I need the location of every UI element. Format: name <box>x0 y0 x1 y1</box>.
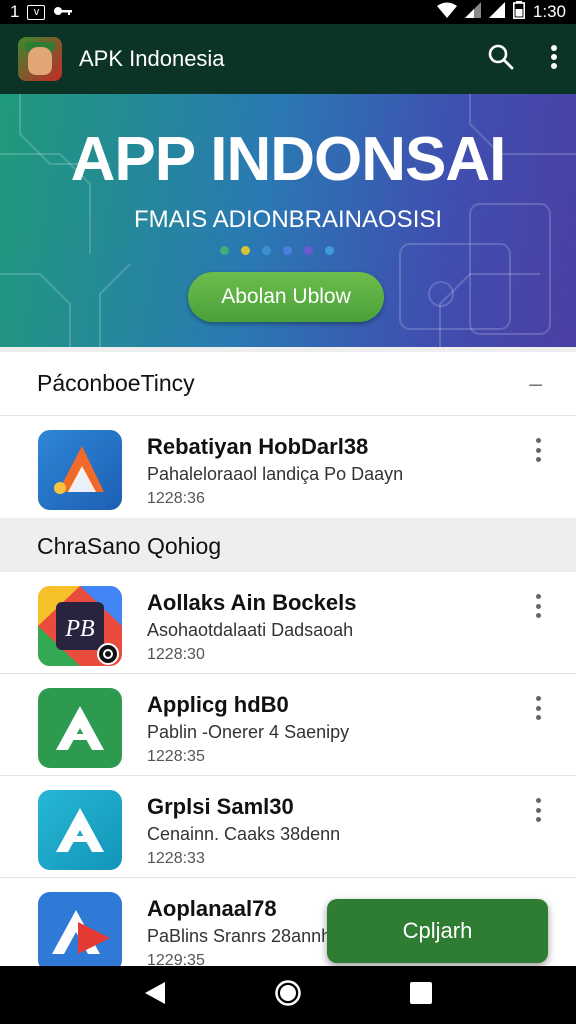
section-header-1[interactable]: PáconboeTincy – <box>0 352 576 416</box>
app-icon-aollaks: PB <box>38 586 122 666</box>
app-description: Pablin -Onerer 4 Saenipy <box>147 722 350 742</box>
app-description: Pahaleloraaol landiça Po Daayn <box>147 464 404 484</box>
back-icon[interactable] <box>143 980 167 1011</box>
svg-text:PB: PB <box>64 616 95 642</box>
collapse-icon[interactable]: – <box>529 370 542 397</box>
hero-download-button[interactable]: Abolan Ublow <box>188 272 384 322</box>
carousel-dot[interactable] <box>325 246 334 255</box>
search-icon[interactable] <box>488 44 514 75</box>
carousel-dot[interactable] <box>220 246 229 255</box>
section-header-2: ChraSano Qohiog <box>0 520 576 572</box>
more-vert-icon[interactable] <box>550 44 558 75</box>
app-size: 1228:35 <box>147 748 205 765</box>
app-logo <box>18 37 62 81</box>
app-icon-grplsi <box>38 790 122 870</box>
app-list-item[interactable]: PB Aollaks Ain Bockels Asohaotdalaati Da… <box>0 572 576 674</box>
section-title: PáconboeTincy <box>37 370 195 396</box>
app-list-item[interactable]: Rebatiyan HobDarl38 Pahaleloraaol landiç… <box>0 416 576 518</box>
more-options-icon[interactable] <box>534 594 542 618</box>
app-name: Aollaks Ain Bockels <box>147 590 357 615</box>
navigation-bar <box>0 966 576 1024</box>
app-icon-applicg <box>38 688 122 768</box>
more-options-icon[interactable] <box>534 798 542 822</box>
app-description: Cenainn. Caaks 38denn <box>147 824 341 844</box>
home-icon[interactable] <box>274 979 302 1012</box>
app-list-1: Rebatiyan HobDarl38 Pahaleloraaol landiç… <box>0 416 576 518</box>
carousel-dot[interactable] <box>304 246 313 255</box>
app-name: Aoplanaal78 <box>147 896 277 921</box>
key-icon <box>53 2 73 22</box>
app-icon-rebatiyan <box>38 430 122 510</box>
carousel-dot[interactable] <box>241 246 250 255</box>
carousel-dot[interactable] <box>283 246 292 255</box>
signal-icon <box>464 1 481 23</box>
notification-count: 1 <box>10 2 20 21</box>
status-bar: 1 v 1:30 <box>0 0 576 24</box>
clock: 1:30 <box>532 2 566 21</box>
app-size: 1228:30 <box>147 646 205 663</box>
app-size: 1228:33 <box>147 850 205 867</box>
section-title: ChraSano Qohiog <box>37 532 222 559</box>
floating-action-button[interactable]: Cpljarh <box>327 899 548 963</box>
hero-subtitle: FMAIS ADIONBRAINAOSISI <box>133 206 443 233</box>
signal-icon-2 <box>488 1 505 23</box>
battery-icon <box>512 0 525 24</box>
app-bar: APK Indonesia <box>0 24 576 94</box>
app-list-item[interactable]: Grplsi Saml30 Cenainn. Caaks 38denn 1228… <box>0 776 576 878</box>
app-name: Rebatiyan HobDarl38 <box>147 434 369 459</box>
notification-badge: v <box>27 4 46 20</box>
more-options-icon[interactable] <box>534 438 542 462</box>
more-options-icon[interactable] <box>534 696 542 720</box>
app-size: 1228:36 <box>147 490 205 507</box>
wifi-icon <box>436 2 457 23</box>
recents-icon[interactable] <box>409 981 433 1010</box>
app-list-item[interactable]: Applicg hdB0 Pablin -Onerer 4 Saenipy 12… <box>0 674 576 776</box>
app-name: Grplsi Saml30 <box>147 794 294 819</box>
hero-title: APP INDONSAI <box>70 125 507 194</box>
app-icon-aoplanaal <box>38 892 122 972</box>
app-title: APK Indonesia <box>79 46 225 71</box>
app-description: Asohaotdalaati Dadsaoah <box>147 620 354 640</box>
app-name: Applicg hdB0 <box>147 692 289 717</box>
carousel-dot[interactable] <box>262 246 271 255</box>
carousel-dots[interactable] <box>220 246 334 255</box>
app-description: PaBlins Sranrs 28annha <box>147 926 342 946</box>
